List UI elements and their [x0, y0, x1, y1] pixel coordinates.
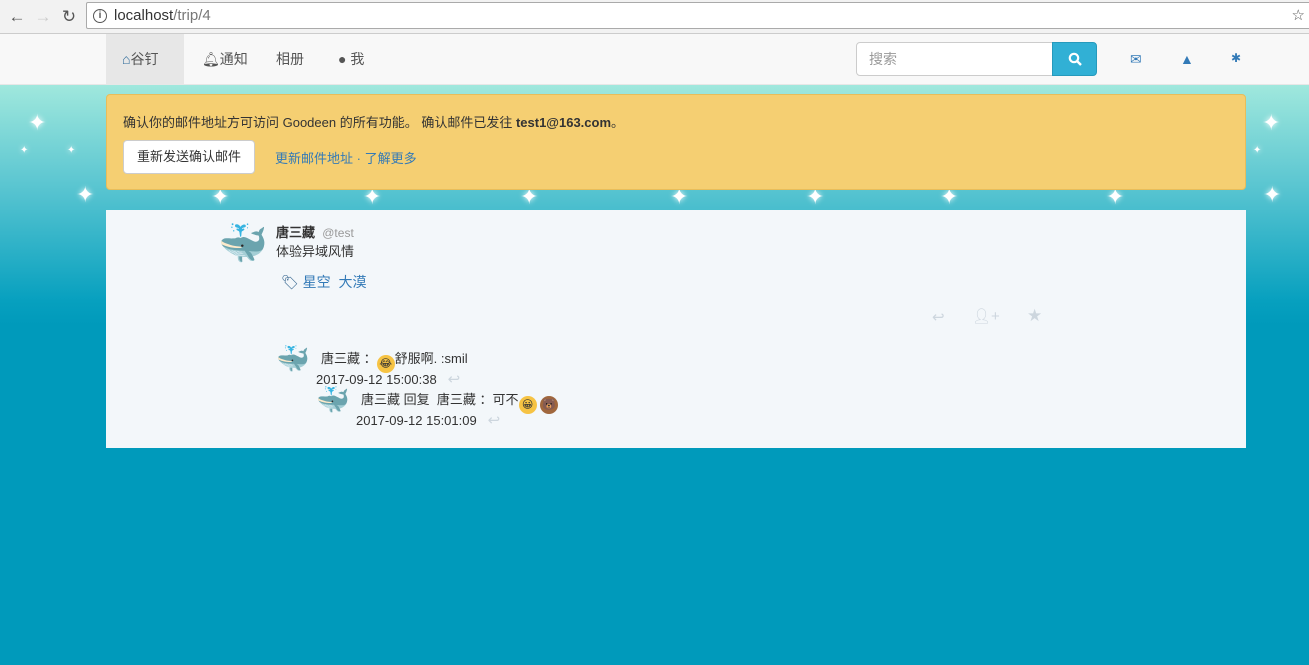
search-icon — [1068, 52, 1082, 66]
email-confirm-alert: 确认你的邮件地址方可访问 Goodeen 的所有功能。 确认邮件已发往 test… — [106, 94, 1246, 190]
grinning-emoji-icon: 😀 — [518, 396, 537, 414]
forward-icon[interactable]: → — [30, 7, 56, 27]
whale-avatar[interactable]: 🐳 — [276, 346, 310, 373]
envelope-icon[interactable]: ✉ — [1130, 51, 1142, 68]
colon: ： — [479, 392, 493, 407]
sparkle-icon: ✦ — [1253, 145, 1262, 156]
tag-link[interactable]: 星空 — [303, 274, 331, 290]
sparkle-icon: ✦ — [76, 182, 95, 207]
nav-me[interactable]: ● 我 — [322, 34, 380, 84]
search-input[interactable]: 搜索 — [856, 42, 1053, 76]
nav-label: 相册 — [276, 51, 304, 67]
sparkle-icon: ✦ — [1263, 182, 1282, 207]
colon: ： — [363, 351, 377, 366]
reply-word: 回复 — [403, 392, 430, 407]
sparkle-icon: ✦ — [1262, 110, 1281, 135]
nav-notifications[interactable]: 🔔︎通知 — [186, 34, 264, 84]
info-icon[interactable]: i — [93, 8, 107, 23]
nav-home[interactable]: ⌂谷钉 — [106, 34, 184, 84]
comment-text: 可不 — [492, 392, 519, 407]
tags-icon: 🏷︎ — [281, 274, 299, 290]
alert-text-end: 。 — [611, 115, 625, 130]
comment-author[interactable]: 唐三藏 — [361, 392, 400, 407]
top-navbar: ⌂谷钉 🔔︎通知 相册 ● 我 搜索 ✉ ▲ ✱ — [0, 34, 1309, 85]
search-button[interactable] — [1052, 42, 1097, 76]
separator: · — [353, 151, 365, 166]
post-author[interactable]: 唐三藏 — [276, 225, 315, 240]
alert-text: 确认你的邮件地址方可访问 Goodeen 的所有功能。 确认邮件已发往 — [123, 115, 516, 130]
reply-icon[interactable]: ↩ — [488, 412, 501, 429]
whale-avatar[interactable]: 🐳 — [316, 387, 350, 414]
resend-confirmation-button[interactable]: 重新发送确认邮件 — [123, 140, 256, 174]
comment-text: 舒服啊. :smil — [394, 351, 468, 366]
bear-emoji-icon: 🐻 — [540, 396, 559, 414]
learn-more-link[interactable]: 了解更多 — [365, 151, 417, 166]
reply-to-user[interactable]: 唐三藏 — [437, 392, 476, 407]
reply-icon[interactable]: ↩ — [932, 308, 945, 326]
sparkle-icon: ✦ — [28, 110, 47, 135]
comment-author[interactable]: 唐三藏 — [321, 351, 360, 366]
nav-label: 我 — [350, 51, 365, 67]
post-content: 体验异域风情 — [276, 244, 355, 259]
bell-icon: 🔔︎ — [202, 51, 220, 67]
star-icon[interactable]: ★ — [1027, 306, 1042, 326]
alert-message: 确认你的邮件地址方可访问 Goodeen 的所有功能。 确认邮件已发往 test… — [123, 112, 1229, 131]
url-host: localhost — [114, 7, 174, 24]
sparkle-icon: ✦ — [67, 145, 76, 156]
comment-time: 2017-09-12 15:01:09 — [356, 413, 477, 428]
reload-icon[interactable]: ↻ — [56, 7, 82, 27]
road-icon[interactable]: ▲ — [1180, 51, 1194, 67]
back-icon[interactable]: ← — [4, 7, 30, 27]
nav-label: 谷钉 — [130, 51, 159, 67]
sparkle-icon: ✦ — [20, 145, 29, 156]
whale-avatar[interactable]: 🐳 — [218, 224, 268, 264]
alert-email: test1@163.com — [515, 115, 612, 130]
user-icon: ● — [338, 51, 351, 67]
nav-album[interactable]: 相册 — [260, 34, 320, 84]
url-path: /trip/4 — [173, 7, 211, 24]
change-email-link[interactable]: 更新邮件地址 — [275, 151, 353, 166]
tag-link[interactable]: 大漠 — [338, 274, 366, 290]
bookmark-star-icon[interactable]: ☆ — [1292, 6, 1305, 24]
trip-post: 🐳 唐三藏 @test 体验异域风情 🏷︎ 星空 大漠 ↩ 👤︎+ ★ 🐳 唐三… — [106, 210, 1246, 448]
follow-user-icon[interactable]: 👤︎+ — [972, 307, 1000, 325]
nav-label: 通知 — [219, 51, 248, 67]
address-bar[interactable]: i localhost/trip/4 — [86, 2, 1309, 29]
browser-toolbar: ← → ↻ i localhost/trip/4 ☆ — [0, 0, 1309, 34]
post-handle: @test — [322, 226, 354, 240]
gear-icon[interactable]: ✱ — [1231, 51, 1241, 65]
reply-icon[interactable]: ↩ — [448, 371, 461, 388]
